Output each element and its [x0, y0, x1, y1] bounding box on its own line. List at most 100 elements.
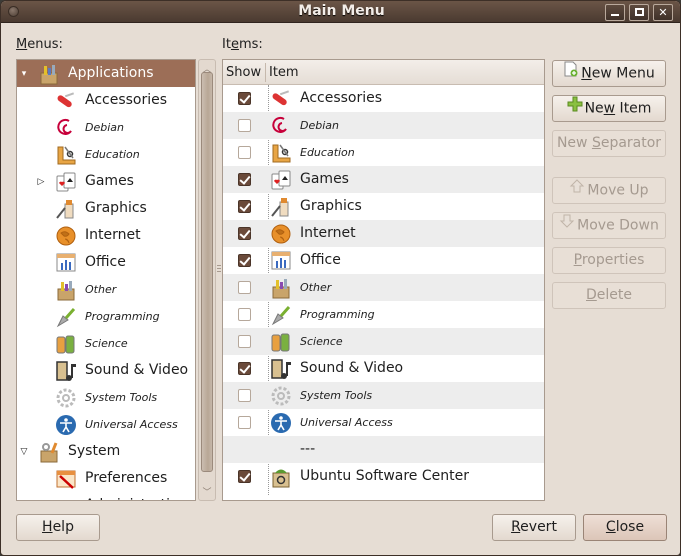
show-checkbox[interactable] — [238, 254, 251, 267]
menus-tree-item-label: Administration — [85, 497, 187, 500]
minimize-button[interactable] — [605, 4, 625, 21]
programming-icon — [270, 304, 292, 326]
table-row[interactable]: Other — [223, 274, 544, 301]
close-button[interactable]: Close — [583, 514, 667, 541]
menus-tree-item[interactable]: Graphics — [17, 195, 195, 222]
menus-tree-item[interactable]: Programming — [17, 303, 195, 330]
menus-tree-item[interactable]: Other — [17, 276, 195, 303]
menus-tree-item[interactable]: Universal Access — [17, 411, 195, 438]
expander-arrow-icon[interactable]: ▽ — [19, 447, 29, 457]
show-checkbox[interactable] — [238, 335, 251, 348]
move-down-button[interactable]: Move Down — [552, 212, 666, 239]
show-checkbox[interactable] — [238, 146, 251, 159]
accessories-icon — [55, 90, 77, 112]
menus-tree-item[interactable]: Administration — [17, 492, 195, 500]
internet-icon — [270, 223, 292, 245]
table-row[interactable]: Sound & Video — [223, 355, 544, 382]
software-center-icon — [270, 466, 292, 488]
menus-tree[interactable]: ▾ Applications Accessories Debian Education ▷… — [16, 59, 196, 501]
menus-tree-item-label: Graphics — [85, 200, 147, 216]
minimize-icon — [611, 14, 619, 16]
expander-arrow-icon[interactable]: ▾ — [19, 69, 29, 79]
close-window-button[interactable]: ✕ — [653, 4, 673, 21]
table-row[interactable]: Ubuntu Software Center — [223, 463, 544, 490]
menus-tree-item-label: Applications — [68, 65, 154, 81]
preferences-icon — [55, 468, 77, 490]
table-row[interactable]: Graphics — [223, 193, 544, 220]
menus-tree-item[interactable]: Debian — [17, 114, 195, 141]
games-icon — [55, 171, 77, 193]
show-checkbox[interactable] — [238, 200, 251, 213]
button-label-part: S — [591, 135, 601, 151]
universal-access-icon — [270, 412, 292, 434]
show-checkbox[interactable] — [238, 470, 251, 483]
table-row[interactable]: --- — [223, 436, 544, 463]
table-row[interactable]: Science — [223, 328, 544, 355]
table-row[interactable]: Internet — [223, 220, 544, 247]
title-bar[interactable]: Main Menu ✕ — [1, 1, 680, 23]
button-label-part: N — [581, 65, 592, 82]
show-checkbox[interactable] — [238, 173, 251, 186]
system-icon — [38, 441, 60, 463]
table-row[interactable]: Debian — [223, 112, 544, 139]
delete-button[interactable]: Delete — [552, 282, 666, 309]
expander-arrow-icon[interactable]: ▷ — [36, 177, 46, 187]
button-label-part: elete — [596, 287, 632, 303]
menus-tree-item[interactable]: Office — [17, 249, 195, 276]
menus-tree-item[interactable]: Internet — [17, 222, 195, 249]
scroll-down-arrow-icon[interactable]: ﹀ — [199, 485, 215, 498]
item-label: Debian — [300, 119, 339, 132]
programming-icon — [55, 306, 77, 328]
menus-tree-item[interactable]: Sound & Video — [17, 357, 195, 384]
menus-tree-item-label: Accessories — [85, 92, 168, 108]
education-icon — [55, 144, 77, 166]
table-row[interactable]: Accessories — [223, 85, 544, 112]
applications-icon — [38, 63, 60, 85]
menus-tree-item[interactable]: Preferences — [17, 465, 195, 492]
new-menu-icon — [563, 61, 579, 86]
menus-tree-item[interactable]: ▾ Applications — [17, 60, 195, 87]
revert-button[interactable]: Revert — [492, 514, 576, 541]
table-row[interactable]: System Tools — [223, 382, 544, 409]
new-menu-button[interactable]: New Menu — [552, 60, 666, 87]
table-row[interactable]: Games — [223, 166, 544, 193]
column-header-show[interactable]: Show — [226, 65, 261, 80]
menus-tree-item[interactable]: Education — [17, 141, 195, 168]
menus-tree-item[interactable]: Science — [17, 330, 195, 357]
table-row[interactable]: Universal Access — [223, 409, 544, 436]
column-header-item[interactable]: Item — [269, 65, 299, 80]
show-checkbox[interactable] — [238, 92, 251, 105]
show-checkbox[interactable] — [238, 119, 251, 132]
new-separator-button[interactable]: New Separator — [552, 130, 666, 157]
universal-access-icon — [55, 414, 77, 436]
scrollbar-thumb[interactable] — [201, 72, 213, 472]
system-tools-icon — [55, 387, 77, 409]
show-checkbox[interactable] — [238, 227, 251, 240]
menus-tree-item-label: Science — [85, 337, 128, 350]
show-checkbox[interactable] — [238, 362, 251, 375]
menus-tree-item-label: Other — [85, 283, 117, 296]
show-checkbox[interactable] — [238, 416, 251, 429]
menus-tree-item[interactable]: System Tools — [17, 384, 195, 411]
main-menu-window: Main Menu ✕ Menus: Items: ▾ Applications A… — [0, 0, 681, 556]
show-checkbox[interactable] — [238, 389, 251, 402]
menus-tree-item[interactable]: Accessories — [17, 87, 195, 114]
properties-button[interactable]: Properties — [552, 247, 666, 274]
show-checkbox[interactable] — [238, 308, 251, 321]
table-row[interactable]: Programming — [223, 301, 544, 328]
items-table[interactable]: Show Item Accessories Debian Education Game… — [222, 59, 545, 501]
menus-tree-item-label: Internet — [85, 227, 141, 243]
new-item-button[interactable]: New Item — [552, 95, 666, 122]
show-checkbox[interactable] — [238, 281, 251, 294]
table-row[interactable]: Education — [223, 139, 544, 166]
office-icon — [270, 250, 292, 272]
menus-scrollbar[interactable]: ︿ ﹀ — [198, 59, 216, 501]
help-button[interactable]: Help — [16, 514, 100, 541]
menus-tree-item[interactable]: ▽ System — [17, 438, 195, 465]
button-label-part: eparator — [600, 135, 662, 151]
table-row[interactable]: Office — [223, 247, 544, 274]
maximize-button[interactable] — [629, 4, 649, 21]
move-up-button[interactable]: Move Up — [552, 177, 666, 204]
button-label-part: D — [586, 287, 597, 303]
menus-tree-item[interactable]: ▷ Games — [17, 168, 195, 195]
